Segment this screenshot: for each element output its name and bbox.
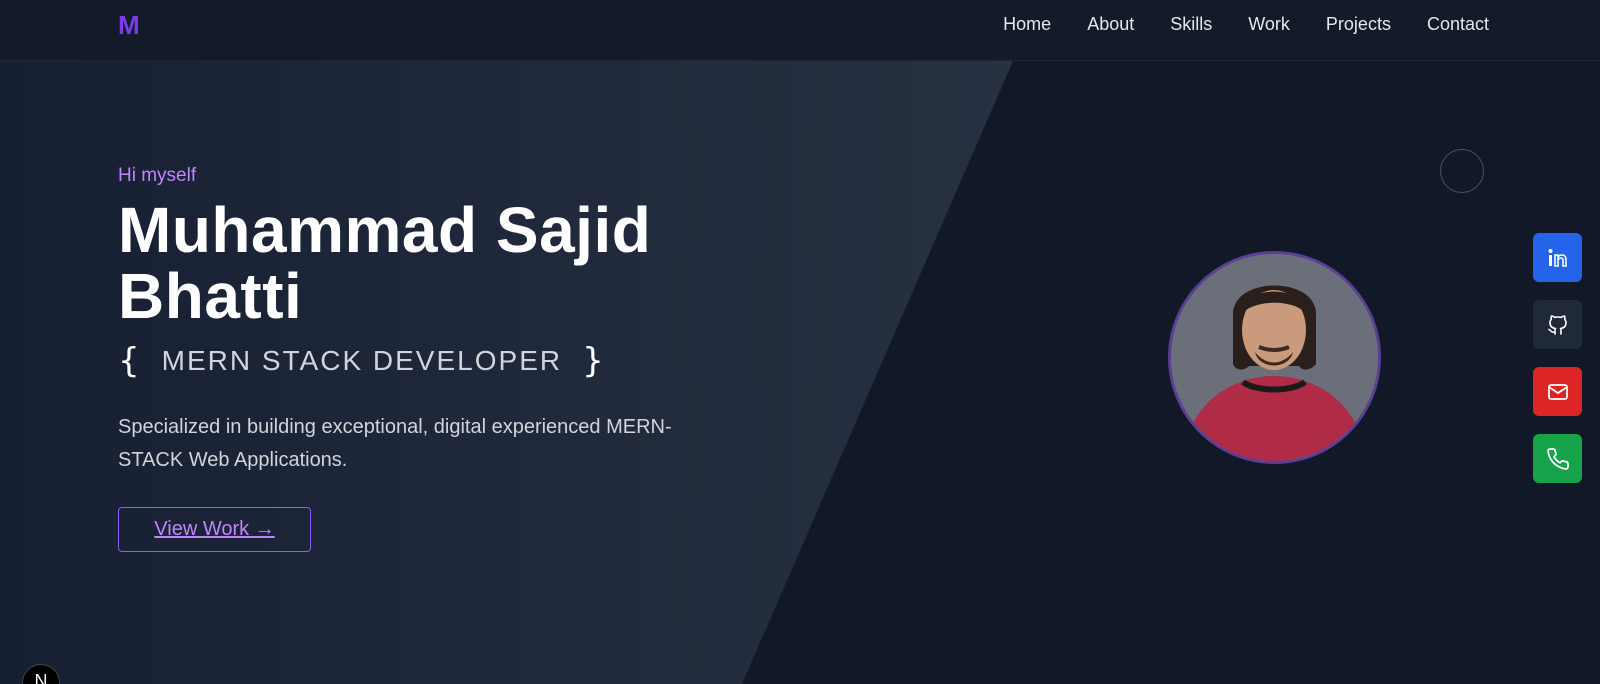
brace-open: { <box>118 341 142 381</box>
nav-skills[interactable]: Skills <box>1170 14 1212 35</box>
linkedin-icon <box>1548 248 1567 267</box>
phone-link[interactable] <box>1533 434 1582 483</box>
hero-name-line2: Bhatti <box>118 260 303 332</box>
github-icon <box>1547 314 1567 335</box>
hero-section: Hi myself Muhammad Sajid Bhatti { MERN S… <box>118 165 758 552</box>
profile-avatar <box>1168 251 1381 464</box>
hero-name: Muhammad Sajid Bhatti <box>118 197 758 329</box>
top-navbar: M Home About Skills Work Projects Contac… <box>0 0 1600 61</box>
nav-work[interactable]: Work <box>1248 14 1290 35</box>
main-nav: Home About Skills Work Projects Contact <box>1003 14 1489 35</box>
hero-greeting: Hi myself <box>118 165 197 186</box>
nav-home[interactable]: Home <box>1003 14 1051 35</box>
mail-icon <box>1547 383 1568 400</box>
hero-name-line1: Muhammad Sajid <box>118 194 652 266</box>
decorative-circle <box>1440 149 1484 193</box>
nav-contact[interactable]: Contact <box>1427 14 1489 35</box>
github-link[interactable] <box>1533 300 1582 349</box>
site-logo[interactable]: M <box>118 10 140 41</box>
nav-about[interactable]: About <box>1087 14 1134 35</box>
hero-role: { MERN STACK DEVELOPER } <box>118 341 758 381</box>
profile-photo <box>1171 254 1378 461</box>
nav-projects[interactable]: Projects <box>1326 14 1391 35</box>
mail-link[interactable] <box>1533 367 1582 416</box>
phone-icon <box>1546 447 1569 470</box>
role-text: MERN STACK DEVELOPER <box>161 345 563 376</box>
view-work-button[interactable]: View Work → <box>118 507 311 552</box>
linkedin-link[interactable] <box>1533 233 1582 282</box>
hero-description: Specialized in building exceptional, dig… <box>118 416 672 471</box>
brace-close: } <box>582 341 606 381</box>
